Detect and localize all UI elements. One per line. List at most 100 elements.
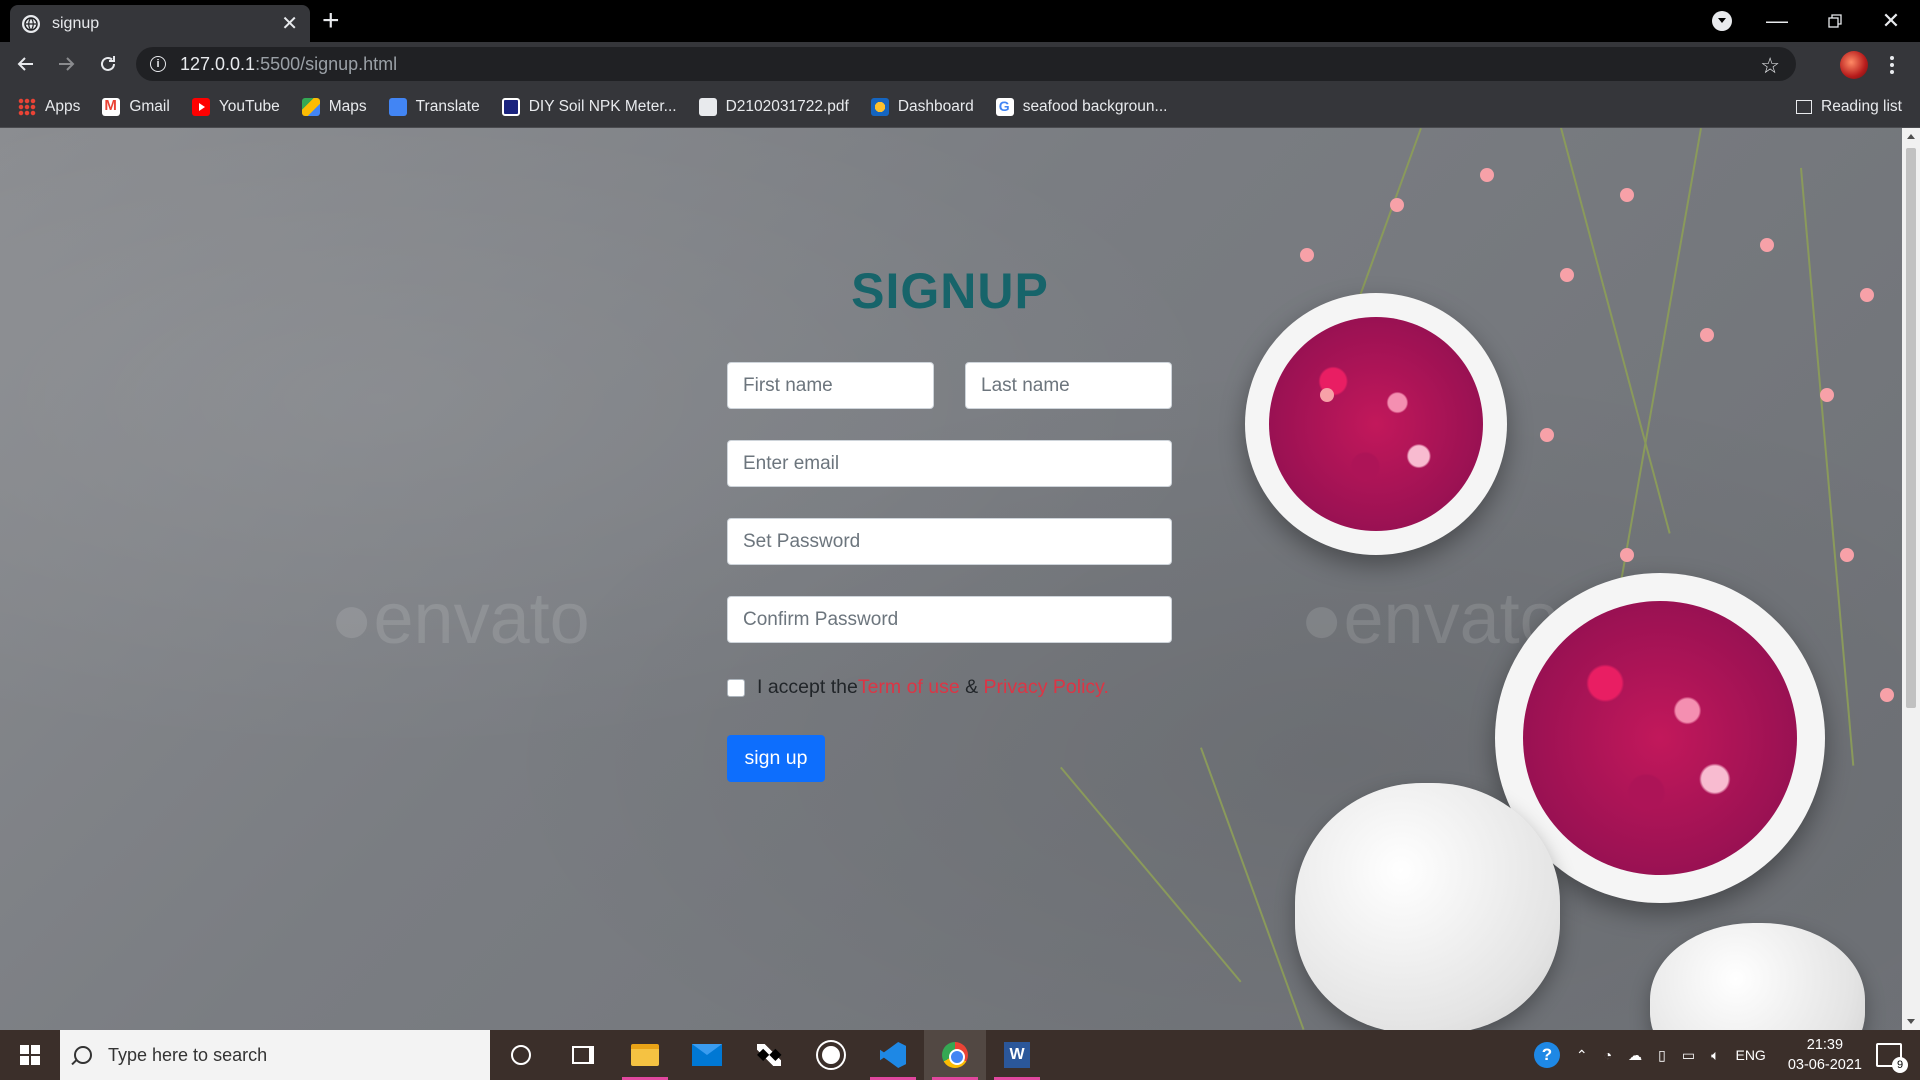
herbal-pouch bbox=[1650, 923, 1865, 1030]
page-scrollbar[interactable] bbox=[1902, 128, 1920, 1030]
vscode-button[interactable] bbox=[862, 1030, 924, 1080]
bookmark-maps[interactable]: Maps bbox=[301, 97, 367, 116]
tab-search-button[interactable] bbox=[1706, 0, 1738, 42]
language-indicator[interactable]: ENG bbox=[1735, 1047, 1765, 1063]
file-explorer-button[interactable] bbox=[614, 1030, 676, 1080]
first-name-input[interactable] bbox=[727, 362, 934, 409]
gmail-icon bbox=[102, 97, 121, 116]
close-window-icon[interactable]: ✕ bbox=[1866, 0, 1916, 42]
volume-muted-icon[interactable]: 🔈︎ bbox=[1711, 1047, 1719, 1064]
bookmark-label: seafood backgroun... bbox=[1022, 97, 1168, 115]
blossom bbox=[1540, 428, 1554, 442]
terms-prefix: I accept the bbox=[757, 676, 858, 698]
terms-of-use-link[interactable]: Term of use bbox=[858, 676, 960, 699]
onedrive-icon[interactable]: ☁ bbox=[1628, 1047, 1642, 1064]
privacy-policy-link[interactable]: Privacy Policy. bbox=[984, 676, 1109, 699]
blossom bbox=[1620, 548, 1634, 562]
bookmark-pdf[interactable]: D2102031722.pdf bbox=[698, 97, 849, 116]
bookmark-gmail[interactable]: Gmail bbox=[102, 97, 170, 116]
cortana-button[interactable] bbox=[490, 1030, 552, 1080]
mail-icon bbox=[692, 1044, 722, 1066]
vscode-icon bbox=[880, 1042, 906, 1068]
dashboard-icon bbox=[870, 97, 889, 116]
clock-time: 21:39 bbox=[1806, 1037, 1844, 1053]
google-icon bbox=[995, 97, 1014, 116]
url-host: 127.0.0.1 bbox=[180, 53, 256, 74]
taskbar-search[interactable]: Type here to search bbox=[60, 1030, 490, 1080]
scroll-down-icon[interactable] bbox=[1907, 1019, 1915, 1024]
chrome-icon bbox=[942, 1042, 968, 1068]
browser-tab-strip: signup ✕ + — ✕ bbox=[0, 0, 1920, 42]
site-info-icon[interactable]: i bbox=[150, 56, 166, 72]
browser-tab[interactable]: signup ✕ bbox=[10, 5, 310, 42]
watermark-graphic: ●envato bbox=[330, 579, 590, 659]
chevron-down-icon bbox=[1712, 11, 1732, 31]
bookmark-diy-soil[interactable]: DIY Soil NPK Meter... bbox=[501, 97, 677, 116]
blossom bbox=[1880, 688, 1894, 702]
email-input[interactable] bbox=[727, 440, 1172, 487]
terms-ampersand: & bbox=[959, 676, 984, 698]
translate-icon bbox=[388, 97, 407, 116]
flower-stem bbox=[1200, 747, 1305, 1030]
bookmark-dashboard[interactable]: Dashboard bbox=[870, 97, 974, 116]
petal-bowl bbox=[1245, 293, 1507, 555]
bookmark-label: Gmail bbox=[129, 97, 170, 115]
terms-checkbox[interactable] bbox=[727, 678, 745, 697]
dropbox-icon: ◆◆ bbox=[757, 1044, 782, 1066]
device-icon[interactable]: ▯ bbox=[1658, 1047, 1666, 1064]
blossom bbox=[1560, 268, 1574, 282]
confirm-password-input[interactable] bbox=[727, 596, 1172, 643]
globe-icon bbox=[22, 14, 40, 33]
youtube-icon bbox=[191, 97, 210, 116]
github-desktop-button[interactable] bbox=[800, 1030, 862, 1080]
address-bar[interactable]: i 127.0.0.1:5500/signup.html ☆ bbox=[136, 47, 1796, 81]
new-tab-icon[interactable]: + bbox=[322, 4, 340, 38]
profile-avatar[interactable] bbox=[1840, 51, 1868, 79]
url-path: :5500/signup.html bbox=[255, 53, 398, 74]
mail-button[interactable] bbox=[676, 1030, 738, 1080]
notification-center-icon[interactable]: 9 bbox=[1876, 1043, 1908, 1073]
task-view-button[interactable] bbox=[552, 1030, 614, 1080]
battery-icon[interactable]: ▭ bbox=[1682, 1047, 1695, 1064]
wifi-icon[interactable]: ◔ bbox=[1604, 1047, 1612, 1063]
clock[interactable]: 21:39 03-06-2021 bbox=[1788, 1035, 1862, 1075]
reload-icon[interactable] bbox=[94, 50, 122, 78]
dropbox-button[interactable]: ◆◆ bbox=[738, 1030, 800, 1080]
start-button[interactable] bbox=[0, 1030, 60, 1080]
chevron-up-icon[interactable]: ⌃ bbox=[1576, 1047, 1588, 1064]
cortana-icon bbox=[511, 1045, 531, 1065]
word-icon: W bbox=[1004, 1042, 1030, 1068]
bookmark-apps[interactable]: Apps bbox=[18, 97, 80, 116]
bookmarks-bar: Apps Gmail YouTube Maps Translate DIY So… bbox=[0, 86, 1920, 128]
blossom bbox=[1860, 288, 1874, 302]
tab-close-icon[interactable]: ✕ bbox=[281, 14, 298, 34]
forward-icon[interactable] bbox=[52, 50, 80, 78]
scroll-up-icon[interactable] bbox=[1907, 134, 1915, 139]
bookmark-youtube[interactable]: YouTube bbox=[191, 97, 280, 116]
bookmark-label: Translate bbox=[415, 97, 480, 115]
chrome-button[interactable] bbox=[924, 1030, 986, 1080]
back-icon[interactable] bbox=[12, 50, 40, 78]
minimize-icon[interactable]: — bbox=[1752, 0, 1802, 42]
restore-icon[interactable] bbox=[1810, 0, 1860, 42]
last-name-input[interactable] bbox=[965, 362, 1172, 409]
clock-date: 03-06-2021 bbox=[1787, 1057, 1862, 1073]
system-tray: ? ⌃ ◔ ☁ ▯ ▭ 🔈︎ ENG 21:39 03-06-2021 9 bbox=[1526, 1030, 1920, 1080]
apps-grid-icon bbox=[18, 97, 36, 116]
bookmark-label: YouTube bbox=[218, 97, 280, 115]
browser-toolbar: i 127.0.0.1:5500/signup.html ☆ bbox=[0, 42, 1920, 86]
bookmark-seafood[interactable]: seafood backgroun... bbox=[995, 97, 1168, 116]
blossom bbox=[1820, 388, 1834, 402]
set-password-input[interactable] bbox=[727, 518, 1172, 565]
help-icon[interactable]: ? bbox=[1533, 1042, 1560, 1068]
browser-menu-icon[interactable] bbox=[1884, 51, 1900, 79]
word-button[interactable]: W bbox=[986, 1030, 1048, 1080]
folder-icon bbox=[631, 1044, 659, 1066]
scroll-thumb[interactable] bbox=[1906, 148, 1916, 708]
sign-up-button[interactable]: sign up bbox=[727, 735, 825, 782]
flower-stem bbox=[1560, 128, 1671, 534]
windows-logo-icon bbox=[20, 1045, 40, 1065]
bookmark-star-icon[interactable]: ☆ bbox=[1760, 53, 1780, 79]
bookmark-translate[interactable]: Translate bbox=[388, 97, 480, 116]
reading-list-button[interactable]: Reading list bbox=[1796, 86, 1902, 128]
